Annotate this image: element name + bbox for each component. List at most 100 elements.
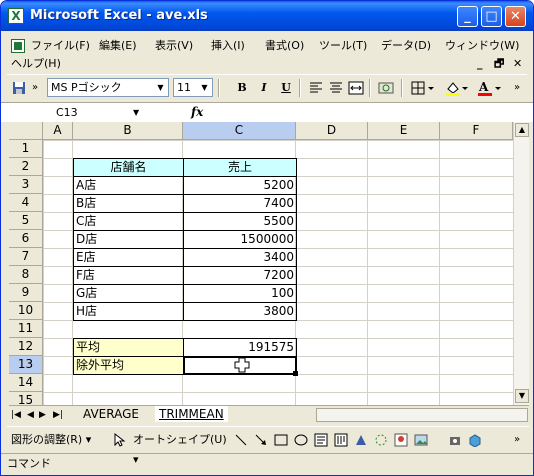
wordart-icon[interactable] — [353, 430, 369, 450]
next-sheet-icon[interactable]: ▶ — [39, 407, 46, 423]
cell-c4[interactable]: 7400 — [183, 194, 297, 213]
font-size-select[interactable]: 11 ▼ — [173, 78, 213, 97]
cell-b13[interactable]: 除外平均 — [73, 356, 184, 375]
cell-b12[interactable]: 平均 — [73, 338, 184, 357]
menu-edit[interactable]: 編集(E) — [99, 37, 137, 55]
menu-insert[interactable]: 挿入(I) — [211, 37, 245, 55]
worksheet-grid[interactable]: A B C D E F 1 2 3 4 5 6 7 8 9 10 11 12 1… — [9, 122, 513, 405]
menu-view[interactable]: 表示(V) — [155, 37, 193, 55]
cell-c7[interactable]: 3400 — [183, 248, 297, 267]
workbook-icon[interactable] — [11, 39, 25, 53]
font-name-select[interactable]: MS Pゴシック ▼ — [47, 78, 169, 97]
cell-b8[interactable]: F店 — [73, 266, 184, 285]
row-header-13[interactable]: 13 — [9, 356, 43, 374]
cell-b9[interactable]: G店 — [73, 284, 184, 303]
tab-average[interactable]: AVERAGE — [79, 406, 143, 422]
menu-help[interactable]: ヘルプ(H) — [11, 55, 61, 73]
borders-icon[interactable] — [409, 78, 437, 98]
menu-format[interactable]: 書式(O) — [265, 37, 304, 55]
cell-b5[interactable]: C店 — [73, 212, 184, 231]
cell-b7[interactable]: E店 — [73, 248, 184, 267]
cell-b4[interactable]: B店 — [73, 194, 184, 213]
row-header-5[interactable]: 5 — [9, 212, 43, 230]
3d-style-icon[interactable] — [467, 430, 483, 450]
vertical-text-box-icon[interactable] — [333, 430, 349, 450]
cell-b10[interactable]: H店 — [73, 302, 184, 321]
insert-picture-icon[interactable] — [413, 430, 429, 450]
draw-menu[interactable]: 図形の調整(R) ▾ — [11, 430, 107, 450]
tab-trimmean[interactable]: TRIMMEAN — [155, 406, 228, 422]
close-button[interactable]: ✕ — [505, 6, 526, 27]
cell-b6[interactable]: D店 — [73, 230, 184, 249]
rectangle-icon[interactable] — [273, 430, 289, 450]
underline-button[interactable]: U — [277, 78, 295, 98]
cell-c2[interactable]: 売上 — [183, 158, 297, 177]
cell-b2[interactable]: 店舗名 — [73, 158, 184, 177]
row-header-10[interactable]: 10 — [9, 302, 43, 320]
italic-button[interactable]: I — [255, 78, 273, 98]
insert-function-icon[interactable]: fx — [191, 103, 203, 122]
column-header-e[interactable]: E — [368, 122, 440, 140]
autoshapes-menu[interactable]: オートシェイプ(U) ▾ — [133, 430, 229, 466]
clip-art-icon[interactable] — [393, 430, 409, 450]
chevron-down-icon[interactable]: ▼ — [133, 103, 139, 122]
fill-color-icon[interactable] — [443, 78, 471, 98]
fill-bucket-icon[interactable] — [447, 430, 463, 450]
row-header-9[interactable]: 9 — [9, 284, 43, 302]
diagram-icon[interactable] — [373, 430, 389, 450]
save-icon[interactable] — [11, 78, 27, 98]
cell-c12[interactable]: 191575 — [183, 338, 297, 357]
scroll-up-icon[interactable]: ▲ — [515, 123, 529, 137]
merge-center-icon[interactable] — [347, 78, 365, 98]
row-header-4[interactable]: 4 — [9, 194, 43, 212]
menu-file[interactable]: ファイル(F) — [31, 37, 90, 55]
title-bar[interactable]: X Microsoft Excel - ave.xls _ □ ✕ — [1, 1, 533, 31]
name-box[interactable]: C13 — [1, 103, 151, 122]
cell-c6[interactable]: 1500000 — [183, 230, 297, 249]
oval-icon[interactable] — [293, 430, 309, 450]
maximize-button[interactable]: □ — [481, 6, 502, 27]
menu-data[interactable]: データ(D) — [381, 37, 431, 55]
menu-tools[interactable]: ツール(T) — [319, 37, 367, 55]
cell-c9[interactable]: 100 — [183, 284, 297, 303]
excel-app-icon[interactable]: X — [8, 8, 24, 24]
column-header-b[interactable]: B — [73, 122, 183, 140]
select-all-corner[interactable] — [9, 122, 43, 140]
cell-b3[interactable]: A店 — [73, 176, 184, 195]
toolbar-overflow-icon[interactable]: » — [511, 430, 523, 450]
align-left-icon[interactable] — [307, 78, 325, 98]
column-header-f[interactable]: F — [440, 122, 513, 140]
horizontal-scrollbar[interactable] — [316, 408, 528, 422]
row-header-11[interactable]: 11 — [9, 320, 43, 338]
cell-c5[interactable]: 5500 — [183, 212, 297, 231]
row-header-6[interactable]: 6 — [9, 230, 43, 248]
toolbar-overflow-icon[interactable]: » — [511, 78, 523, 98]
first-sheet-icon[interactable]: |◀ — [11, 407, 21, 423]
font-color-icon[interactable]: A — [475, 78, 505, 98]
row-header-7[interactable]: 7 — [9, 248, 43, 266]
currency-style-icon[interactable] — [377, 78, 395, 98]
toolbar-overflow-icon[interactable]: » — [29, 78, 41, 98]
scroll-down-icon[interactable]: ▼ — [515, 389, 529, 403]
row-header-15[interactable]: 15 — [9, 392, 43, 405]
fill-handle[interactable] — [293, 371, 298, 376]
menu-window[interactable]: ウィンドウ(W) — [445, 37, 519, 55]
line-icon[interactable] — [233, 430, 249, 450]
text-box-icon[interactable] — [313, 430, 329, 450]
select-objects-icon[interactable] — [111, 430, 127, 450]
formula-input[interactable] — [211, 103, 531, 122]
minimize-button[interactable]: _ — [457, 6, 478, 27]
vertical-scrollbar[interactable]: ▲ ▼ — [513, 122, 529, 405]
last-sheet-icon[interactable]: ▶| — [53, 407, 63, 423]
doc-minimize-button[interactable]: _ — [477, 56, 483, 72]
column-header-c[interactable]: C — [183, 122, 296, 140]
align-center-icon[interactable] — [327, 78, 345, 98]
row-header-12[interactable]: 12 — [9, 338, 43, 356]
arrow-icon[interactable] — [253, 430, 269, 450]
row-header-1[interactable]: 1 — [9, 140, 43, 158]
bold-button[interactable]: B — [233, 78, 251, 98]
row-header-3[interactable]: 3 — [9, 176, 43, 194]
doc-close-button[interactable]: ✕ — [513, 56, 522, 72]
cell-c3[interactable]: 5200 — [183, 176, 297, 195]
row-header-2[interactable]: 2 — [9, 158, 43, 176]
